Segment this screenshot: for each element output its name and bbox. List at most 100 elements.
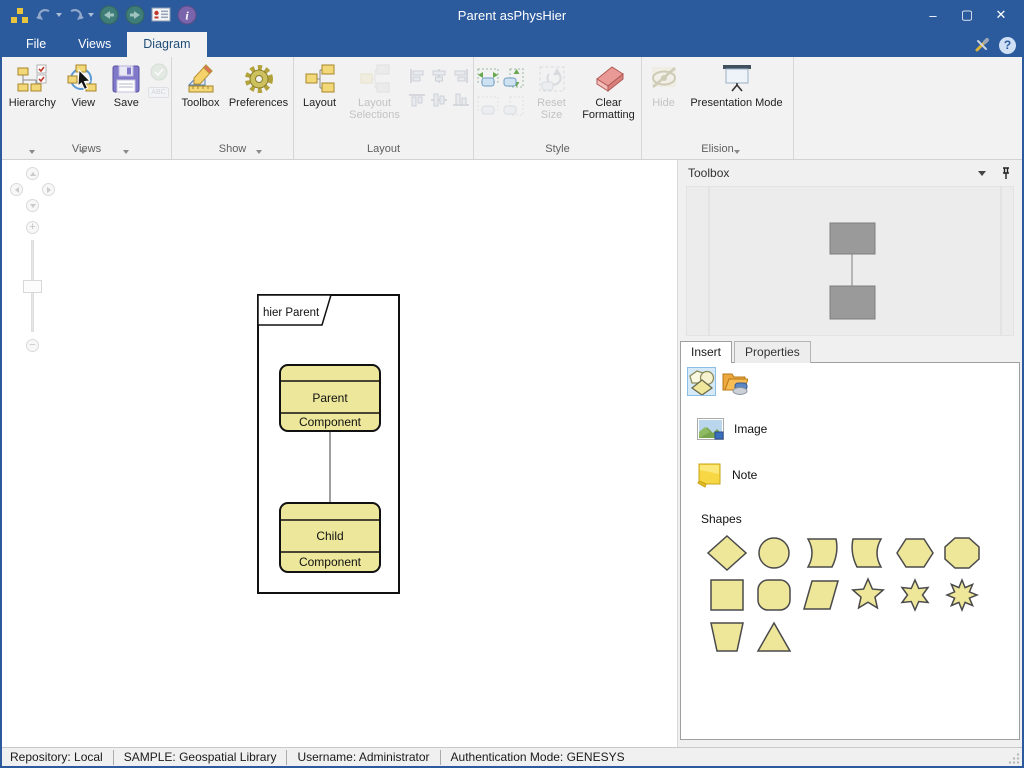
folder-shapes-icon bbox=[721, 369, 748, 395]
pan-left-button[interactable] bbox=[10, 183, 23, 196]
group-label-layout: Layout bbox=[294, 143, 473, 159]
shape-wave-right[interactable] bbox=[797, 532, 844, 574]
presentation-mode-dropdown-icon[interactable] bbox=[734, 150, 740, 154]
shape-rounded-square[interactable] bbox=[750, 574, 797, 616]
help-icon[interactable]: ? bbox=[999, 37, 1016, 54]
shape-circle[interactable] bbox=[750, 532, 797, 574]
shapes-palette bbox=[703, 532, 1013, 658]
shape-star-6[interactable] bbox=[891, 574, 938, 616]
align-center-icon bbox=[429, 65, 449, 87]
group-label-elision: Elision bbox=[642, 143, 793, 159]
shape-hexagon[interactable] bbox=[891, 532, 938, 574]
navigate-back-icon[interactable] bbox=[98, 4, 120, 26]
tools-icon[interactable] bbox=[973, 36, 991, 54]
navigate-forward-icon[interactable] bbox=[124, 4, 146, 26]
pan-down-button[interactable] bbox=[26, 199, 39, 212]
tab-views[interactable]: Views bbox=[62, 32, 127, 57]
node-parent-title: Parent bbox=[312, 391, 348, 405]
shape-trapezoid[interactable] bbox=[703, 616, 750, 658]
align-middle-icon bbox=[429, 89, 449, 111]
tab-properties[interactable]: Properties bbox=[734, 341, 811, 363]
window-controls: – ▢ ✕ bbox=[916, 0, 1018, 30]
tab-file[interactable]: File bbox=[10, 32, 62, 57]
node-child[interactable]: Child Component bbox=[280, 503, 380, 572]
presentation-mode-button[interactable]: Presentation Mode bbox=[684, 61, 790, 141]
tab-diagram[interactable]: Diagram bbox=[127, 32, 206, 57]
node-child-subtitle: Component bbox=[299, 555, 362, 569]
shape-star-5[interactable] bbox=[844, 574, 891, 616]
size-width-icon[interactable] bbox=[476, 65, 500, 91]
reset-size-button: Reset Size bbox=[528, 61, 576, 141]
resize-grip[interactable] bbox=[1008, 752, 1020, 764]
preferences-dropdown-icon[interactable] bbox=[256, 150, 262, 154]
shape-star-8[interactable] bbox=[938, 574, 985, 616]
save-icon bbox=[111, 61, 141, 97]
minimize-button[interactable]: – bbox=[916, 0, 950, 30]
zoom-in-button[interactable]: + bbox=[26, 221, 39, 234]
save-button[interactable]: Save bbox=[106, 61, 146, 141]
layout-button[interactable]: Layout bbox=[297, 61, 343, 141]
ribbon-group-views: Hierarchy View Save bbox=[2, 57, 172, 159]
contact-card-icon[interactable] bbox=[150, 4, 172, 26]
insert-item-note[interactable]: Note bbox=[697, 462, 1013, 488]
pan-right-button[interactable] bbox=[42, 183, 55, 196]
diagram-overview-preview[interactable] bbox=[686, 186, 1014, 336]
gear-icon bbox=[243, 61, 275, 97]
node-parent[interactable]: Parent Component bbox=[280, 365, 380, 431]
quick-access-toolbar: i bbox=[0, 4, 198, 26]
app-logo-icon[interactable] bbox=[8, 4, 30, 26]
pan-up-button[interactable] bbox=[26, 167, 39, 180]
group-label-show: Show bbox=[172, 143, 293, 159]
ribbon-group-layout: Layout Layout Selections bbox=[294, 57, 474, 159]
undo-button[interactable] bbox=[34, 6, 62, 24]
size-height-both-icon bbox=[502, 93, 526, 119]
toolbox-tabs: Insert Properties bbox=[680, 341, 1020, 363]
pin-icon[interactable] bbox=[1000, 166, 1012, 180]
maximize-button[interactable]: ▢ bbox=[950, 0, 984, 30]
layout-icon bbox=[304, 61, 336, 97]
undo-dropdown-icon[interactable] bbox=[56, 13, 62, 17]
zoom-slider-thumb[interactable] bbox=[23, 280, 42, 293]
node-child-title: Child bbox=[316, 529, 343, 543]
toolbox-panel-header: Toolbox bbox=[678, 160, 1022, 186]
insert-tab-content: Image Note Shapes bbox=[680, 362, 1020, 740]
save-dropdown-icon[interactable] bbox=[123, 150, 129, 154]
shape-wave-left[interactable] bbox=[844, 532, 891, 574]
view-button[interactable]: View bbox=[62, 61, 104, 141]
toolbox-button[interactable]: Toolbox bbox=[176, 61, 226, 141]
preferences-button[interactable]: Preferences bbox=[228, 61, 290, 141]
spelling-abc-icon: ABC bbox=[148, 87, 168, 98]
panel-dropdown-icon[interactable] bbox=[978, 171, 986, 176]
align-left-icon bbox=[407, 65, 427, 87]
view-dropdown-icon[interactable] bbox=[80, 150, 86, 154]
info-icon[interactable]: i bbox=[176, 4, 198, 26]
diagram-canvas[interactable]: + − hier Parent Parent Component Ch bbox=[2, 160, 677, 747]
insert-item-image[interactable]: Image bbox=[697, 418, 1013, 440]
shape-octagon[interactable] bbox=[938, 532, 985, 574]
size-height-icon[interactable] bbox=[502, 65, 526, 91]
shape-diamond[interactable] bbox=[703, 532, 750, 574]
folder-shapes-button[interactable] bbox=[720, 367, 749, 396]
shape-triangle[interactable] bbox=[750, 616, 797, 658]
zoom-out-button[interactable]: − bbox=[26, 339, 39, 352]
status-project: SAMPLE: Geospatial Library bbox=[114, 750, 288, 765]
presentation-screen-icon bbox=[720, 61, 754, 97]
size-width-both-icon bbox=[476, 93, 500, 119]
hierarchy-dropdown-icon[interactable] bbox=[29, 150, 35, 154]
shape-square[interactable] bbox=[703, 574, 750, 616]
app-window: i Parent asPhysHier – ▢ ✕ File Views Dia… bbox=[0, 0, 1024, 768]
tab-insert[interactable]: Insert bbox=[680, 341, 732, 363]
ribbon-group-show: Toolbox Preferences Show bbox=[172, 57, 294, 159]
preview-node-parent bbox=[830, 223, 875, 254]
preview-node-child bbox=[830, 286, 875, 319]
redo-dropdown-icon[interactable] bbox=[88, 13, 94, 17]
insert-toolbar bbox=[687, 367, 1013, 396]
status-repository: Repository: Local bbox=[2, 750, 114, 765]
close-button[interactable]: ✕ bbox=[984, 0, 1018, 30]
hierarchy-button[interactable]: Hierarchy bbox=[4, 61, 60, 141]
ribbon-group-elision: Hide Presentation Mode Elision bbox=[642, 57, 794, 159]
shape-parallelogram[interactable] bbox=[797, 574, 844, 616]
redo-button[interactable] bbox=[66, 6, 94, 24]
shapes-tool-button[interactable] bbox=[687, 367, 716, 396]
clear-formatting-button[interactable]: Clear Formatting bbox=[578, 61, 640, 141]
